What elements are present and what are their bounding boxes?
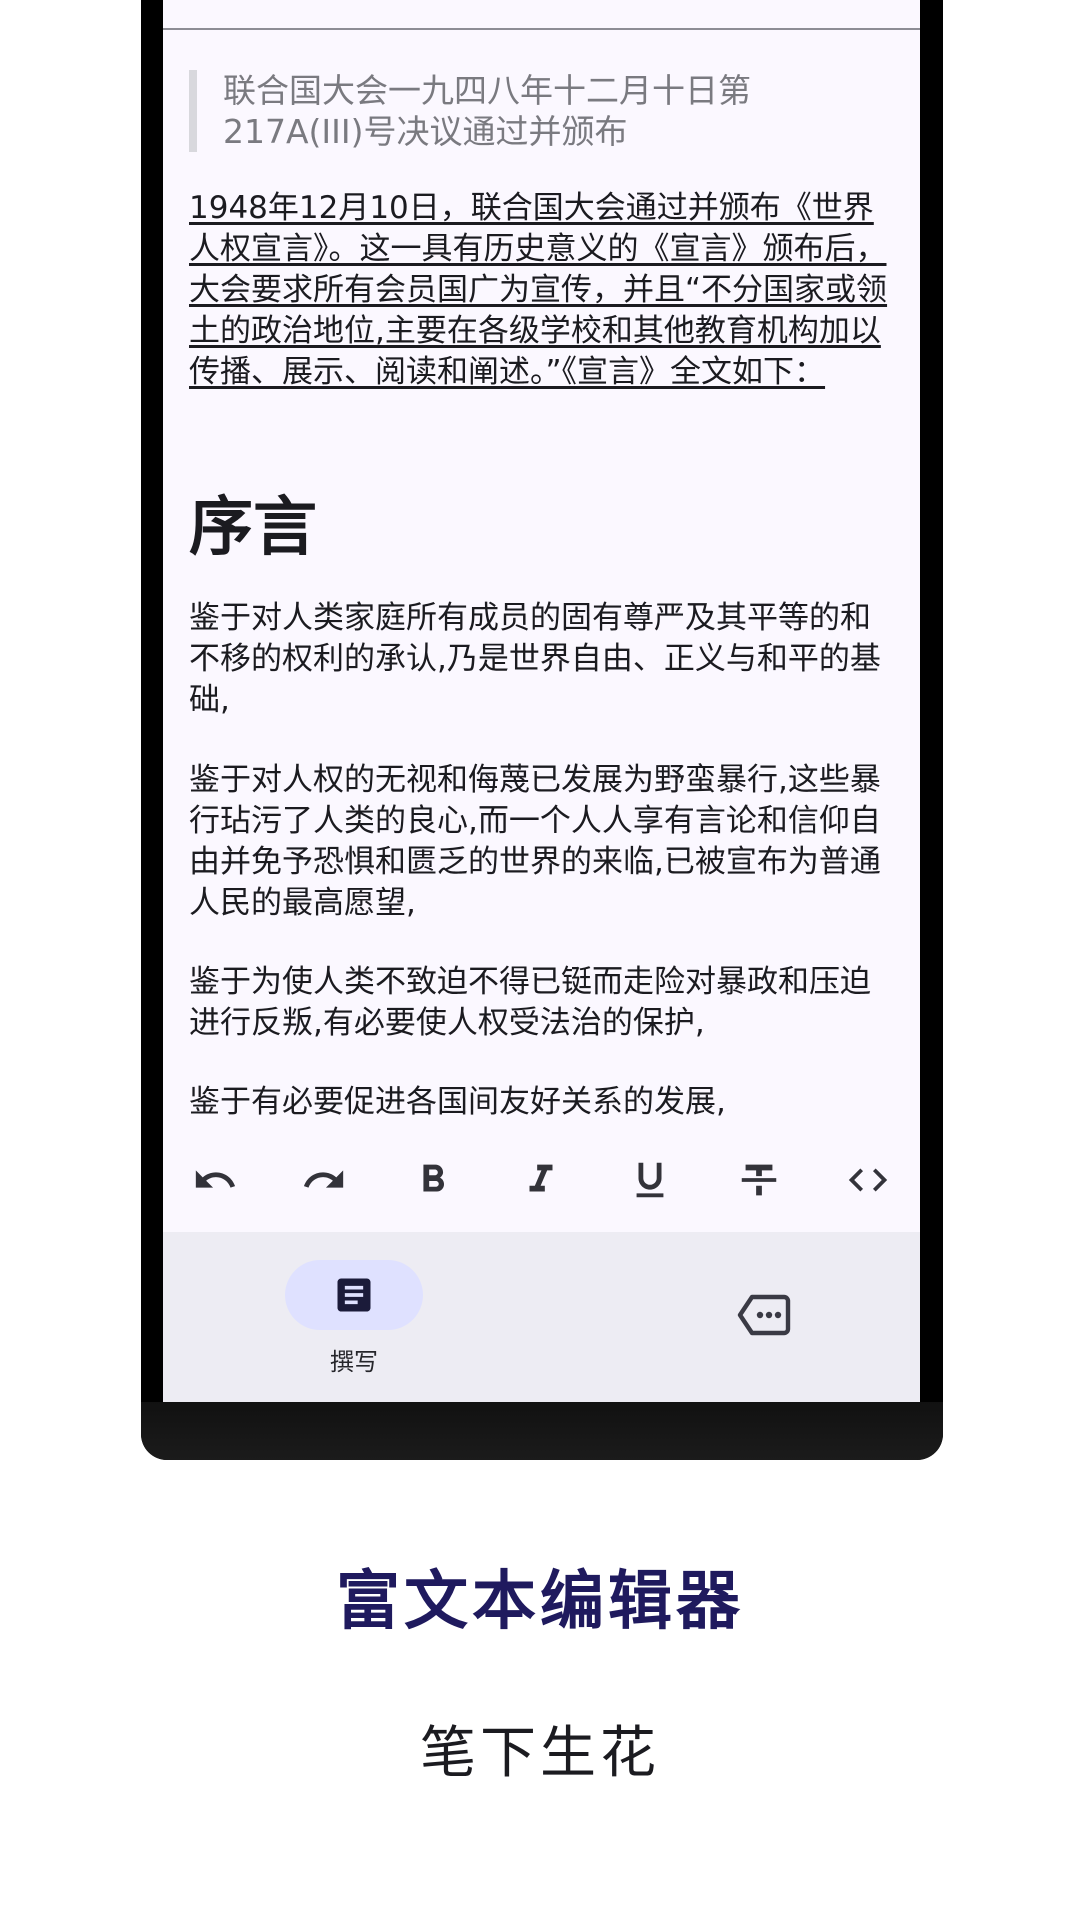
underline-button[interactable] (620, 1150, 680, 1210)
code-icon (848, 1168, 888, 1192)
blockquote[interactable]: 联合国大会一九四八年十二月十日第217A(III)号决议通过并颁布 (189, 70, 863, 152)
body-paragraph[interactable]: 鉴于为使人类不致迫不得已铤而走险对暴政和压迫进行反叛,有必要使人权受法治的保护, (189, 962, 889, 1044)
nav-label-compose: 撰写 (330, 1348, 378, 1376)
format-toolbar (163, 1150, 920, 1210)
redo-button[interactable] (294, 1150, 354, 1210)
app-screen: 联合国大会一九四八年十二月十日第217A(III)号决议通过并颁布 1948年1… (163, 0, 920, 1402)
bold-icon (423, 1164, 444, 1192)
body-paragraph[interactable]: 鉴于有必要促进各国间友好关系的发展, (189, 1082, 889, 1123)
promo-title: 富文本编辑器 (336, 1565, 744, 1639)
strikethrough-icon (741, 1164, 777, 1196)
section-heading[interactable]: 序言 (189, 492, 317, 564)
italic-icon (529, 1164, 553, 1192)
underline-icon (636, 1162, 664, 1198)
divider (163, 28, 920, 30)
undo-icon (195, 1170, 236, 1188)
nav-active-indicator (285, 1260, 423, 1330)
bottom-navigation: 撰写 (163, 1232, 920, 1402)
italic-button[interactable] (511, 1150, 571, 1210)
nav-item-tags[interactable] (542, 1232, 921, 1402)
body-paragraph[interactable]: 鉴于对人类家庭所有成员的固有尊严及其平等的和不移的权利的承认,乃是世界自由、正义… (189, 598, 889, 721)
intro-paragraph[interactable]: 1948年12月10日，联合国大会通过并颁布《世界人权宣言》。这一具有历史意义的… (189, 188, 889, 393)
code-button[interactable] (838, 1150, 898, 1210)
strikethrough-button[interactable] (729, 1150, 789, 1210)
redo-icon (303, 1170, 343, 1188)
promo-subtitle: 笔下生花 (420, 1721, 660, 1786)
body-paragraph[interactable]: 鉴于对人权的无视和侮蔑已发展为野蛮暴行,这些暴行玷污了人类的良心,而一个人人享有… (189, 760, 889, 924)
bold-button[interactable] (403, 1150, 463, 1210)
undo-button[interactable] (185, 1150, 245, 1210)
phone-bezel-bottom (141, 1402, 943, 1460)
nav-item-compose[interactable]: 撰写 (163, 1232, 542, 1402)
label-icon (737, 1294, 790, 1336)
article-icon (337, 1278, 371, 1312)
